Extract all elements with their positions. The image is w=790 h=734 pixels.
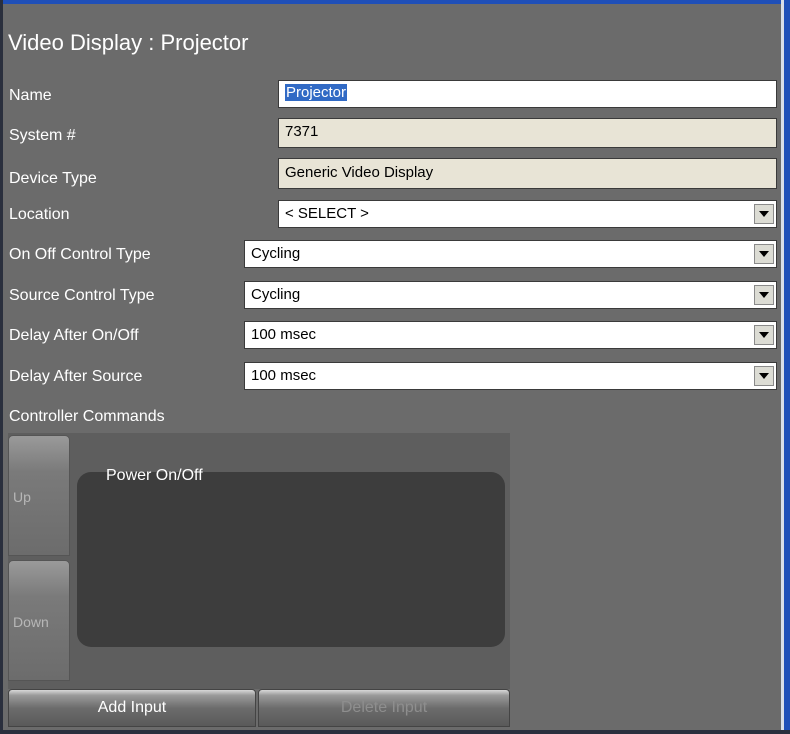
delay-after-on-off-select[interactable]: 100 msec [244, 321, 777, 349]
location-label: Location [9, 206, 70, 223]
move-up-button[interactable]: Up [8, 435, 70, 556]
on-off-control-type-dropdown-button[interactable] [754, 244, 774, 264]
controller-commands-label: Controller Commands [9, 408, 165, 425]
chevron-down-icon [759, 332, 769, 338]
chevron-down-icon [759, 292, 769, 298]
source-control-type-select[interactable]: Cycling [244, 281, 777, 309]
add-input-button[interactable]: Add Input [8, 689, 256, 727]
move-down-label: Down [13, 613, 49, 630]
system-number-value: 7371 [285, 123, 319, 140]
chevron-down-icon [759, 373, 769, 379]
chevron-down-icon [759, 211, 769, 217]
window-left-border [0, 0, 3, 734]
command-list[interactable] [77, 472, 505, 647]
location-select[interactable]: < SELECT > [278, 200, 777, 228]
delay-after-on-off-dropdown-button[interactable] [754, 325, 774, 345]
window-right-highlight [781, 0, 784, 734]
location-select-value: < SELECT > [285, 205, 369, 222]
delete-input-button[interactable]: Delete Input [258, 689, 510, 727]
name-field-selected-text: Projector [285, 84, 348, 101]
device-type-field: Generic Video Display [278, 158, 777, 189]
delay-after-on-off-value: 100 msec [251, 326, 317, 343]
source-control-type-label: Source Control Type [9, 287, 155, 304]
delay-after-source-value: 100 msec [251, 367, 317, 384]
on-off-control-type-select[interactable]: Cycling [244, 240, 777, 268]
on-off-control-type-label: On Off Control Type [9, 246, 151, 263]
window-top-border [0, 0, 790, 4]
source-control-type-value: Cycling [251, 286, 301, 303]
delay-after-source-dropdown-button[interactable] [754, 366, 774, 386]
system-number-field: 7371 [278, 118, 777, 148]
delay-after-source-select[interactable]: 100 msec [244, 362, 777, 390]
chevron-down-icon [759, 251, 769, 257]
move-up-label: Up [13, 488, 31, 505]
device-type-label: Device Type [9, 170, 97, 187]
page-title: Video Display : Projector [8, 30, 249, 55]
location-dropdown-button[interactable] [754, 204, 774, 224]
on-off-control-type-value: Cycling [251, 245, 301, 262]
source-control-type-dropdown-button[interactable] [754, 285, 774, 305]
move-down-button[interactable]: Down [8, 560, 70, 681]
add-input-label: Add Input [97, 699, 167, 716]
delete-input-label: Delete Input [340, 699, 428, 716]
list-item[interactable]: Power On/Off [106, 467, 203, 485]
window-bottom-border [0, 730, 790, 734]
delay-after-source-label: Delay After Source [9, 368, 143, 385]
device-type-value: Generic Video Display [285, 164, 434, 181]
name-field[interactable]: Projector [278, 80, 777, 108]
name-label: Name [9, 87, 52, 104]
delay-after-on-off-label: Delay After On/Off [9, 327, 139, 344]
system-number-label: System # [9, 127, 76, 144]
